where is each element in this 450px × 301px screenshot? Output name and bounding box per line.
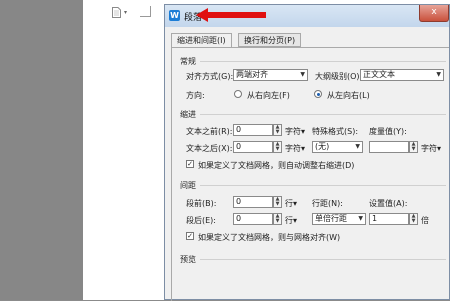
indent-grid-label: 如果定义了文档网格，则自动调整右缩进(D) bbox=[198, 161, 355, 170]
line-spacing-label: 行距(N): bbox=[312, 199, 343, 208]
measure-stepper[interactable]: ▲ ▼ bbox=[409, 141, 418, 153]
outline-label: 大纲级别(O): bbox=[315, 72, 363, 81]
spacing-before-label: 段前(B): bbox=[186, 199, 217, 208]
spacing-before-input[interactable]: 0 bbox=[233, 196, 273, 208]
spacing-after-label: 段后(E): bbox=[186, 216, 216, 225]
line-spacing-value: 单倍行距 bbox=[315, 214, 347, 223]
direction-ltr-label: 从左向右(L) bbox=[327, 91, 370, 100]
close-button[interactable]: x bbox=[419, 5, 449, 22]
divider bbox=[200, 259, 446, 260]
measure-input[interactable] bbox=[369, 141, 409, 153]
indent-after-stepper[interactable]: ▲ ▼ bbox=[273, 141, 282, 153]
spacing-grid-label: 如果定义了文档网格，则与网格对齐(W) bbox=[198, 233, 341, 242]
section-preview: 预览 bbox=[180, 255, 196, 264]
spacing-after-unit[interactable]: 行▾ bbox=[285, 215, 297, 226]
indent-before-unit[interactable]: 字符▾ bbox=[285, 126, 305, 137]
measure-label: 度量值(Y): bbox=[369, 127, 407, 136]
outline-value: 正文文本 bbox=[363, 70, 395, 79]
spacing-before-unit[interactable]: 行▾ bbox=[285, 198, 297, 209]
divider bbox=[200, 61, 446, 62]
background-gray bbox=[0, 0, 83, 300]
tab-line-page-breaks[interactable]: 换行和分页(P) bbox=[238, 33, 302, 47]
direction-ltr-radio[interactable] bbox=[314, 90, 322, 98]
chevron-down-icon: ▼ bbox=[358, 215, 363, 222]
tab-panel: 常规 对齐方式(G): 两端对齐 ▼ 大纲级别(O): 正文文本 ▼ 方向: 从… bbox=[171, 47, 449, 301]
spacing-after-input[interactable]: 0 bbox=[233, 213, 273, 225]
setting-value-unit: 倍 bbox=[421, 216, 429, 225]
special-format-label: 特殊格式(S): bbox=[312, 127, 359, 136]
chevron-down-icon: ▼ bbox=[355, 143, 360, 150]
setting-value-input[interactable]: 1 bbox=[369, 213, 409, 225]
spacing-before-stepper[interactable]: ▲ ▼ bbox=[273, 196, 282, 208]
divider bbox=[200, 185, 446, 186]
setting-value-label: 设置值(A): bbox=[369, 199, 408, 208]
indent-before-input[interactable]: 0 bbox=[233, 124, 273, 136]
chevron-down-icon: ▼ bbox=[300, 71, 305, 78]
line-spacing-select[interactable]: 单倍行距 ▼ bbox=[312, 213, 366, 225]
direction-label: 方向: bbox=[186, 91, 205, 100]
measure-unit[interactable]: 字符▾ bbox=[421, 143, 441, 154]
alignment-select[interactable]: 两端对齐 ▼ bbox=[233, 69, 308, 81]
page-icon bbox=[112, 7, 121, 18]
special-format-select[interactable]: (无) ▼ bbox=[312, 141, 363, 153]
indent-after-unit[interactable]: 字符▾ bbox=[285, 143, 305, 154]
indent-before-stepper[interactable]: ▲ ▼ bbox=[273, 124, 282, 136]
divider bbox=[200, 114, 446, 115]
direction-rtl-radio[interactable] bbox=[234, 90, 242, 98]
paragraph-dialog: W 段落 x 缩进和间距(I) 换行和分页(P) 常规 对齐方式(G): 两端对… bbox=[164, 4, 450, 301]
wps-writer-icon: W bbox=[169, 10, 180, 21]
outline-select[interactable]: 正文文本 ▼ bbox=[360, 69, 444, 81]
indent-after-input[interactable]: 0 bbox=[233, 141, 273, 153]
section-indent: 缩进 bbox=[180, 110, 196, 119]
indent-before-label: 文本之前(R): bbox=[186, 127, 233, 136]
spacing-grid-checkbox[interactable]: ✓ bbox=[186, 232, 194, 240]
page-corner-mark bbox=[140, 6, 151, 17]
chevron-down-icon[interactable]: ▾ bbox=[124, 9, 127, 16]
alignment-value: 两端对齐 bbox=[236, 70, 268, 79]
setting-value-stepper[interactable]: ▲ ▼ bbox=[409, 213, 418, 225]
chevron-down-icon: ▼ bbox=[436, 71, 441, 78]
section-spacing: 间距 bbox=[180, 181, 196, 190]
indent-after-label: 文本之后(X): bbox=[186, 144, 233, 153]
tab-indent-spacing[interactable]: 缩进和间距(I) bbox=[171, 33, 232, 48]
alignment-label: 对齐方式(G): bbox=[186, 72, 234, 81]
special-format-value: (无) bbox=[315, 142, 330, 151]
direction-rtl-label: 从右向左(F) bbox=[247, 91, 290, 100]
indent-grid-checkbox[interactable]: ✓ bbox=[186, 160, 194, 168]
spacing-after-stepper[interactable]: ▲ ▼ bbox=[273, 213, 282, 225]
section-general: 常规 bbox=[180, 57, 196, 66]
red-arrow-icon bbox=[196, 8, 266, 22]
